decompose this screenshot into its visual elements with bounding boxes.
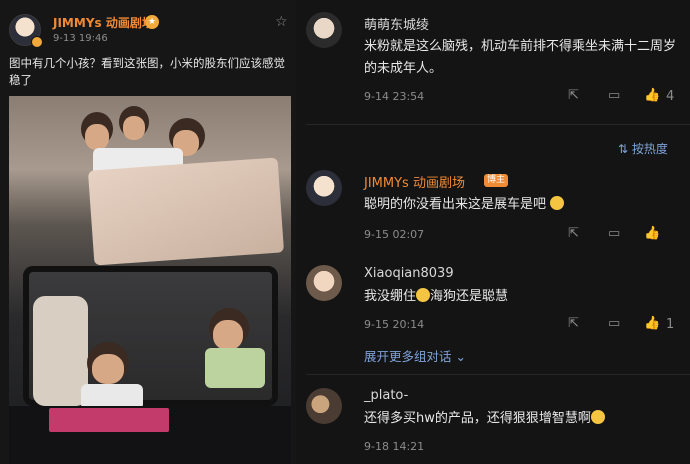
commenter-name[interactable]: _plato- [364,388,408,403]
sort-icon: ⇅ [618,142,629,156]
commenter-avatar[interactable] [306,388,342,424]
share-icon[interactable]: ⇱ [568,88,579,103]
sort-toggle[interactable]: ⇅ 按热度 [618,140,668,157]
child-face [92,354,124,384]
commenter-avatar[interactable] [306,265,342,301]
commenter-name[interactable]: JIMMYs 动画剧场 [364,172,465,191]
car-cover-cloth [87,157,285,266]
post-author-name[interactable]: JIMMYs 动画剧场 [53,14,154,31]
laugh-emoji-icon [550,196,565,210]
child-face [123,116,145,140]
child-face [85,124,109,150]
like-icon[interactable]: 👍 [644,316,660,331]
display-plate [49,408,169,432]
comment-text: 还得多买hw的产品，还得狠狠增智慧啊 [364,408,682,430]
author-badge: 博主 [484,174,509,187]
crown-badge-icon: ★ [145,15,159,29]
like-icon[interactable]: 👍 [644,226,660,241]
comment-text: 我没绷住 海狗还是聪慧 [364,288,509,304]
verified-badge-icon [31,36,43,48]
sort-label: 按热度 [631,142,668,156]
share-icon[interactable]: ⇱ [568,226,579,241]
comment-text: 米粉就是这么脑残，机动车前排不得乘坐未满十二周岁的未成年人。 [364,39,677,76]
comment-time: 9-18 14:21 [364,440,425,453]
commenter-name[interactable]: Xiaoqian8039 [364,266,454,281]
post-text: 图中有几个小孩？看到这张图，小米的股东们应该感觉稳了 [9,56,285,87]
post-panel: JIMMYs 动画剧场 ★ 9-13 19:46 ☆ 图中有几个小孩？看到这张图… [0,0,296,464]
commenter-avatar[interactable] [306,170,342,206]
comment-icon[interactable]: ▭ [608,316,620,331]
comment-time: 9-14 23:54 [364,90,425,103]
car-seat [33,296,88,406]
share-icon[interactable]: ⇱ [568,316,579,331]
child-shirt [205,348,265,388]
like-count: 4 [666,89,675,104]
laugh-emoji-icon [416,288,431,302]
comments-panel: 萌萌东城绫 米粉就是这么脑残，机动车前排不得乘坐未满十二周岁的未成年人。 9-1… [296,0,690,464]
comment-icon[interactable]: ▭ [608,226,620,241]
comment-icon[interactable]: ▭ [608,88,620,103]
comment-time: 9-15 02:07 [364,228,425,241]
chevron-down-icon: ⌄ [455,349,466,364]
commenter-name[interactable]: 萌萌东城绫 [364,14,429,33]
comment-time: 9-15 20:14 [364,318,425,331]
comment-text: 聪明的你没看出来这是展车是吧 [364,194,682,216]
divider [306,124,690,125]
post-photo[interactable] [9,96,291,464]
star-icon[interactable]: ☆ [275,14,288,30]
expand-more-link[interactable]: 展开更多组对话 ⌄ [364,346,466,365]
divider [306,374,690,375]
child-face [213,320,243,350]
like-count: 1 [666,317,675,332]
post-time: 9-13 19:46 [53,33,108,44]
like-icon[interactable]: 👍 [644,88,660,103]
smile-emoji-icon [590,410,605,424]
commenter-avatar[interactable] [306,12,342,48]
